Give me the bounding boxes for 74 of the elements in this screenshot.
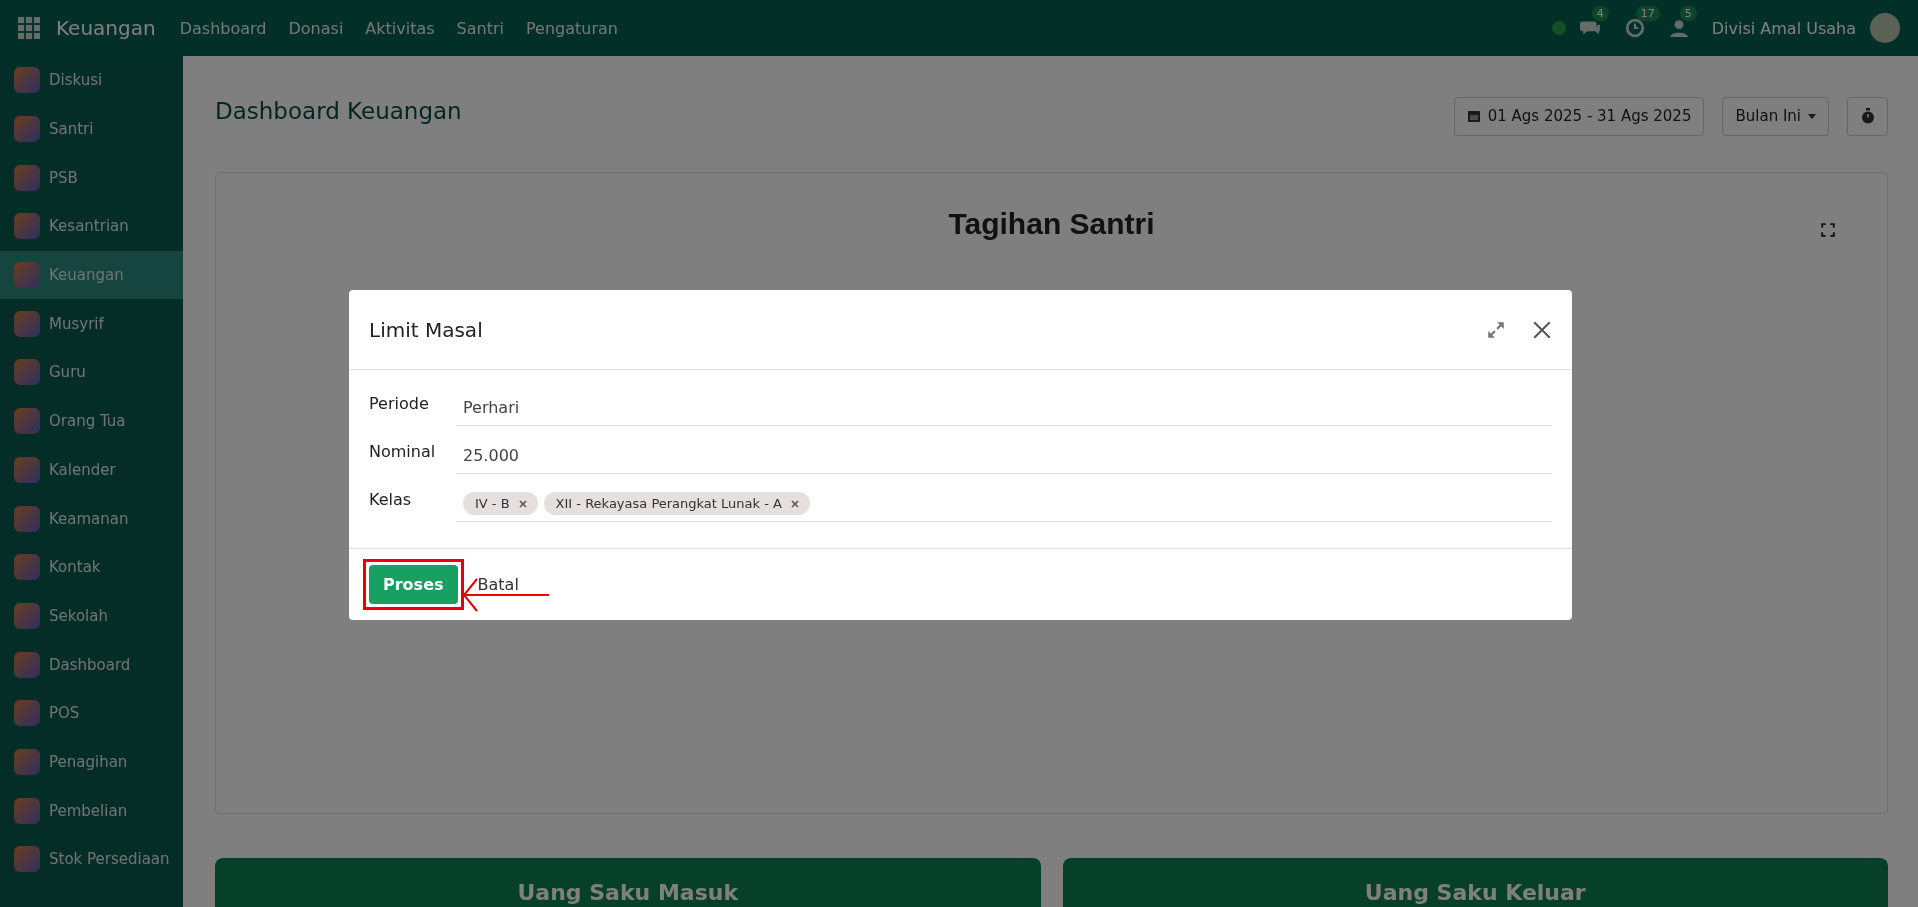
sidebar-item[interactable]: Sekolah	[0, 591, 183, 641]
sidebar-item[interactable]: Penagihan	[0, 737, 183, 787]
app-icon	[14, 748, 40, 775]
app-icon	[14, 262, 40, 289]
app-icon	[14, 846, 40, 873]
sidebar-item[interactable]: Dashboard	[0, 640, 183, 689]
fullscreen-icon[interactable]	[1821, 223, 1835, 237]
avatar[interactable]	[1870, 13, 1900, 43]
app-icon	[14, 164, 40, 191]
sidebar-item[interactable]: Kesantrian	[0, 202, 183, 251]
caret-icon	[1808, 113, 1816, 119]
date-range-button[interactable]: 01 Ags 2025 - 31 Ags 2025	[1453, 96, 1705, 136]
input-field[interactable]: Perhari	[457, 390, 1552, 426]
dialog-title: Limit Masal	[369, 317, 483, 342]
cancel-button[interactable]: Batal	[471, 565, 525, 604]
app-icon	[14, 797, 40, 824]
menu-item[interactable]: Santri	[456, 18, 504, 38]
sidebar-item[interactable]: Kontak	[0, 542, 183, 592]
app-icon	[14, 213, 40, 240]
count-badge: 4	[1591, 6, 1609, 21]
company-name[interactable]: Divisi Amal Usaha	[1711, 18, 1856, 38]
tag: IV - B	[463, 492, 538, 515]
stopwatch-button[interactable]	[1847, 96, 1888, 136]
sidebar-item[interactable]: Stok Persediaan	[0, 835, 183, 884]
tag: XII - Rekayasa Perangkat Lunak - A	[543, 492, 810, 515]
expand-icon[interactable]	[1486, 319, 1506, 340]
stopwatch-icon	[1860, 108, 1875, 124]
menu-item[interactable]: Aktivitas	[365, 18, 435, 38]
tag-input-field[interactable]: IV - B XII - Rekayasa Perangkat Lunak - A	[457, 486, 1552, 522]
user-icon[interactable]	[1667, 18, 1690, 38]
sidebar-item[interactable]: Pembelian	[0, 786, 183, 835]
remove-icon[interactable]	[517, 498, 528, 509]
app-name: Keuangan	[56, 16, 156, 40]
menu-item[interactable]: Pengaturan	[526, 18, 618, 38]
sidebar-item[interactable]: Orang Tua	[0, 396, 183, 446]
field-label: Kelas	[369, 489, 413, 509]
apps-grid-icon[interactable]	[18, 17, 40, 39]
app-icon	[14, 408, 40, 435]
app-icon	[14, 359, 40, 386]
app-icon	[14, 456, 40, 483]
proceed-button[interactable]: Proses	[369, 565, 458, 604]
card-title: Uang Saku Masuk	[517, 880, 739, 905]
count-badge: 5	[1679, 6, 1697, 21]
app-icon	[14, 310, 40, 337]
period-dropdown[interactable]: Bulan Ini	[1722, 96, 1829, 136]
sidebar-item[interactable]: Keuangan	[0, 250, 183, 300]
close-icon[interactable]	[1532, 319, 1552, 340]
app-icon	[14, 116, 40, 143]
app-icon	[14, 700, 40, 727]
count-badge: 17	[1635, 6, 1660, 21]
field-label: Periode	[369, 393, 430, 413]
sidebar-item[interactable]: Keamanan	[0, 494, 183, 543]
sidebar-item[interactable]: Santri	[0, 104, 183, 154]
app-icon	[14, 602, 40, 629]
sidebar-item[interactable]: Musyrif	[0, 299, 183, 349]
remove-icon[interactable]	[789, 498, 800, 509]
menu-item[interactable]: Donasi	[288, 18, 344, 38]
app-icon	[14, 651, 40, 678]
input-field[interactable]: 25.000	[457, 438, 1552, 474]
menu-item[interactable]: Dashboard	[179, 18, 267, 38]
chart-title: Tagihan Santri	[948, 207, 1155, 241]
sidebar-item[interactable]: PSB	[0, 153, 183, 203]
calendar-icon	[1466, 109, 1481, 123]
app-icon	[14, 505, 40, 532]
page-title: Dashboard Keuangan	[215, 98, 462, 124]
field-label: Nominal	[369, 441, 437, 461]
app-icon	[14, 554, 40, 581]
sidebar-item[interactable]: Guru	[0, 348, 183, 397]
sidebar-item[interactable]: POS	[0, 688, 183, 738]
card-title: Uang Saku Keluar	[1364, 880, 1586, 905]
sidebar-item[interactable]: Diskusi	[0, 56, 183, 105]
sidebar-item[interactable]: Kalender	[0, 445, 183, 495]
clock-icon[interactable]	[1623, 18, 1646, 38]
app-icon	[14, 67, 40, 94]
